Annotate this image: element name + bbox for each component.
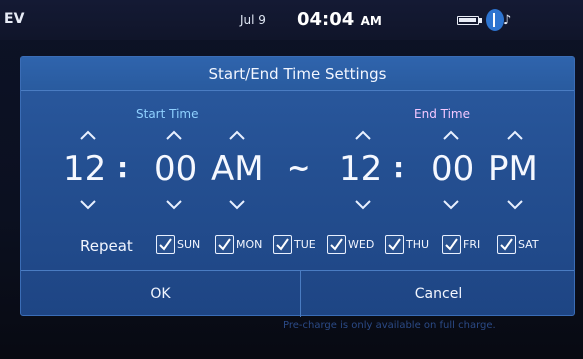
start-meridiem-down-chevron-icon[interactable] xyxy=(228,197,246,211)
day-checkbox-tue[interactable]: TUE xyxy=(273,233,316,255)
checkbox-checked-icon[interactable] xyxy=(327,234,346,254)
range-separator: ~ xyxy=(287,151,311,184)
day-label-tue: TUE xyxy=(294,237,316,251)
end-minute-value[interactable]: 00 xyxy=(431,149,474,189)
day-checkbox-mon[interactable]: MON xyxy=(215,233,262,255)
checkbox-checked-icon[interactable] xyxy=(273,234,292,254)
bluetooth-icon xyxy=(486,9,504,31)
background-note: Pre-charge is only available on full cha… xyxy=(283,320,496,331)
status-time-value: 04:04 xyxy=(297,9,355,30)
end-hour-value[interactable]: 12 xyxy=(339,149,382,189)
checkbox-checked-icon[interactable] xyxy=(385,234,404,254)
repeat-label: Repeat xyxy=(80,237,133,255)
day-label-sat: SAT xyxy=(518,237,539,251)
end-minute-up-chevron-icon[interactable] xyxy=(442,127,460,141)
day-checkbox-thu[interactable]: THU xyxy=(385,233,429,255)
end-meridiem-value[interactable]: PM xyxy=(488,149,538,189)
status-time: 04:04 AM xyxy=(297,9,382,30)
start-hour-down-chevron-icon[interactable] xyxy=(79,197,97,211)
day-checkbox-fri[interactable]: FRI xyxy=(442,233,480,255)
start-time-label: Start Time xyxy=(136,107,199,121)
day-label-wed: WED xyxy=(348,237,375,251)
cancel-button[interactable]: Cancel xyxy=(301,271,576,317)
dialog-button-row: OK Cancel xyxy=(21,270,576,317)
end-colon: : xyxy=(393,151,405,184)
time-settings-dialog: Start/End Time Settings Start Time End T… xyxy=(20,56,576,317)
start-meridiem-value[interactable]: AM xyxy=(211,149,264,189)
checkbox-checked-icon[interactable] xyxy=(215,234,234,254)
end-hour-up-chevron-icon[interactable] xyxy=(354,127,372,141)
status-time-ampm: AM xyxy=(360,14,382,28)
start-meridiem-up-chevron-icon[interactable] xyxy=(228,127,246,141)
day-label-fri: FRI xyxy=(463,237,481,251)
end-minute-down-chevron-icon[interactable] xyxy=(442,197,460,211)
start-hour-up-chevron-icon[interactable] xyxy=(79,127,97,141)
day-label-thu: THU xyxy=(406,237,430,251)
start-minute-down-chevron-icon[interactable] xyxy=(165,197,183,211)
music-note-icon: ♪ xyxy=(503,13,512,28)
day-label-sun: SUN xyxy=(177,237,201,251)
day-checkbox-wed[interactable]: WED xyxy=(327,233,374,255)
screen: EV Jul 9 04:04 AM ♪ Pre-charge is only a… xyxy=(0,0,583,359)
battery-tip xyxy=(479,18,482,23)
checkbox-checked-icon[interactable] xyxy=(497,234,516,254)
day-checkbox-sat[interactable]: SAT xyxy=(497,233,539,255)
end-hour-down-chevron-icon[interactable] xyxy=(354,197,372,211)
start-minute-value[interactable]: 00 xyxy=(154,149,197,189)
checkbox-checked-icon[interactable] xyxy=(442,234,461,254)
end-meridiem-up-chevron-icon[interactable] xyxy=(506,127,524,141)
dialog-title: Start/End Time Settings xyxy=(208,65,387,83)
end-meridiem-down-chevron-icon[interactable] xyxy=(506,197,524,211)
start-minute-up-chevron-icon[interactable] xyxy=(165,127,183,141)
battery-icon xyxy=(457,16,479,25)
checkbox-checked-icon[interactable] xyxy=(156,234,175,254)
day-checkbox-sun[interactable]: SUN xyxy=(156,233,200,255)
start-hour-value[interactable]: 12 xyxy=(63,149,106,189)
status-left-text: EV xyxy=(4,11,25,27)
dialog-header: Start/End Time Settings xyxy=(21,57,574,91)
end-time-label: End Time xyxy=(414,107,470,121)
status-date: Jul 9 xyxy=(240,13,266,27)
day-label-mon: MON xyxy=(236,237,263,251)
start-colon: : xyxy=(117,151,129,184)
status-bar: EV Jul 9 04:04 AM ♪ xyxy=(0,0,583,40)
ok-button[interactable]: OK xyxy=(21,271,300,317)
